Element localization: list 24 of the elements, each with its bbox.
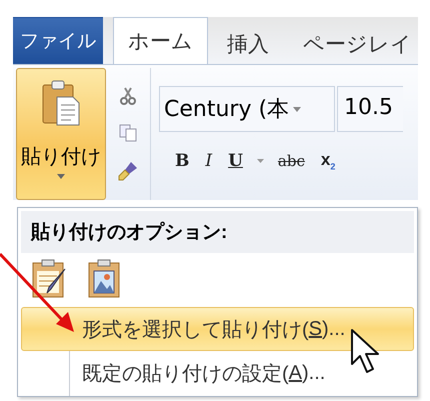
clipboard-icon <box>41 79 81 127</box>
paste-keep-formatting-icon[interactable] <box>31 259 67 299</box>
caret-icon <box>293 106 302 112</box>
ribbon-tab[interactable]: ホーム <box>113 17 208 64</box>
ribbon-tab[interactable]: ページレイ <box>288 22 427 64</box>
copy-icon[interactable] <box>118 122 138 143</box>
caret-icon[interactable] <box>256 158 264 163</box>
menu-item[interactable]: 形式を選択して貼り付け(S)... <box>21 307 414 351</box>
brush-icon[interactable] <box>117 160 139 182</box>
font-size-dropdown[interactable]: 10.5 <box>337 86 403 132</box>
scissors-icon[interactable] <box>118 86 138 106</box>
font-name-dropdown[interactable]: Century (本 <box>159 86 335 132</box>
menu-header: 貼り付けのオプション: <box>21 211 414 253</box>
underline-button[interactable]: U <box>226 150 245 171</box>
caret-icon <box>57 174 65 179</box>
file-tab[interactable]: ファイル <box>13 17 103 64</box>
subscript-button[interactable]: x$_{2}$ <box>318 150 338 172</box>
strike-button[interactable]: abc <box>276 152 307 170</box>
ribbon-tab[interactable]: 挿入 <box>212 22 284 64</box>
bold-button[interactable]: B <box>173 150 192 171</box>
menu-item[interactable]: 既定の貼り付けの設定(A)... <box>21 351 414 395</box>
paste-button[interactable]: 貼り付け <box>16 68 106 200</box>
italic-button[interactable]: I <box>203 150 214 171</box>
paste-label: 貼り付け <box>21 145 101 170</box>
